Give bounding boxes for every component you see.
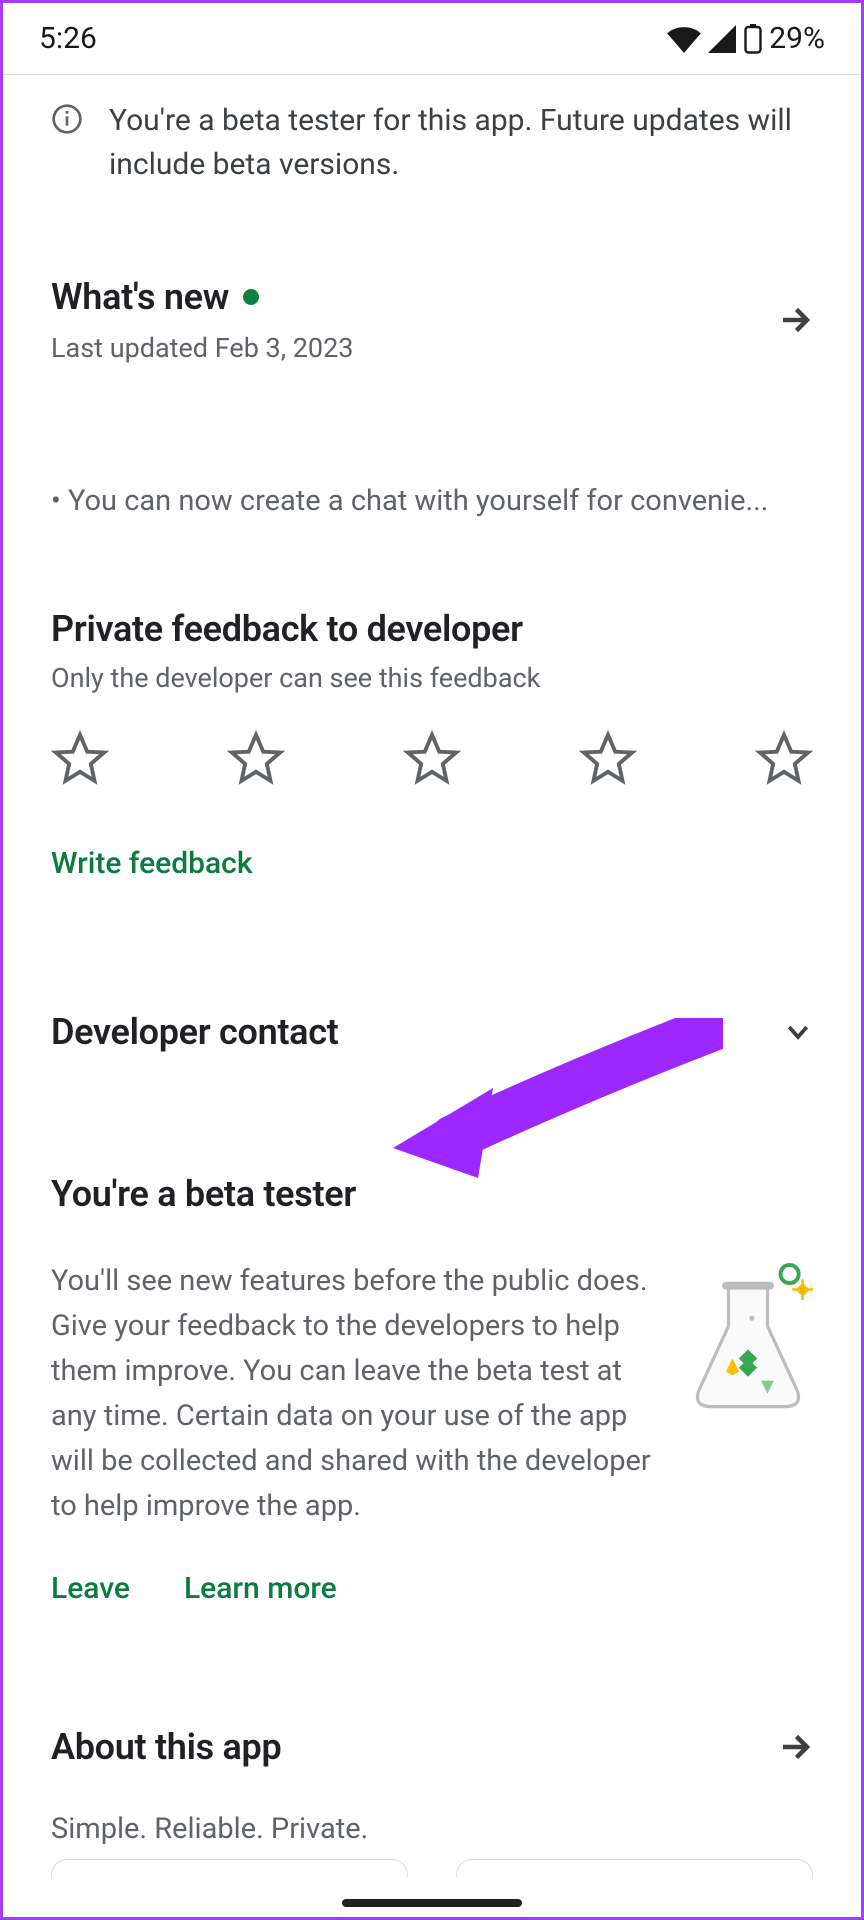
new-indicator-icon [243, 289, 259, 305]
star-5-icon[interactable] [755, 730, 813, 788]
wifi-icon [667, 25, 701, 53]
about-subtitle: Simple. Reliable. Private. [51, 1768, 813, 1846]
developer-contact-row[interactable]: Developer contact [3, 901, 861, 1063]
star-4-icon[interactable] [579, 730, 637, 788]
star-1-icon[interactable] [51, 730, 109, 788]
about-title: About this app [51, 1726, 281, 1768]
status-icons: 29% [667, 21, 825, 56]
about-section[interactable]: About this app Simple. Reliable. Private… [3, 1606, 861, 1846]
divider [3, 74, 861, 75]
star-2-icon[interactable] [227, 730, 285, 788]
signal-icon [707, 25, 737, 53]
beta-tester-section: You're a beta tester You'll see new feat… [3, 1063, 861, 1606]
star-3-icon[interactable] [403, 730, 461, 788]
beta-tester-title: You're a beta tester [51, 1173, 813, 1215]
flask-icon [683, 1259, 813, 1419]
battery-percent: 29% [769, 21, 825, 56]
learn-more-link[interactable]: Learn more [184, 1571, 337, 1606]
nav-handle[interactable] [342, 1899, 522, 1907]
feedback-section: Private feedback to developer Only the d… [3, 558, 861, 901]
leave-beta-link[interactable]: Leave [51, 1571, 130, 1606]
whats-new-title: What's new [51, 276, 229, 318]
card-stub[interactable] [456, 1859, 813, 1877]
arrow-right-icon [777, 302, 813, 338]
battery-icon [743, 24, 763, 54]
changelog-text: • You can now create a chat with yoursel… [3, 374, 861, 558]
write-feedback-link[interactable]: Write feedback [51, 818, 253, 901]
arrow-right-icon [777, 1729, 813, 1765]
beta-tester-body: You'll see new features before the publi… [51, 1259, 653, 1529]
card-stub[interactable] [51, 1859, 408, 1877]
whats-new-updated: Last updated Feb 3, 2023 [51, 332, 353, 364]
status-time: 5:26 [39, 21, 97, 56]
status-bar: 5:26 29% [3, 3, 861, 74]
developer-contact-title: Developer contact [51, 1011, 338, 1053]
info-icon [51, 99, 87, 186]
feedback-title: Private feedback to developer [51, 608, 813, 650]
beta-banner-text: You're a beta tester for this app. Futur… [109, 99, 813, 186]
whats-new-section[interactable]: What's new Last updated Feb 3, 2023 [3, 216, 861, 374]
chevron-down-icon [783, 1017, 813, 1047]
feedback-subtitle: Only the developer can see this feedback [51, 662, 813, 694]
rating-stars [51, 694, 813, 818]
beta-banner: You're a beta tester for this app. Futur… [3, 85, 861, 216]
bottom-card-stubs [51, 1859, 813, 1877]
